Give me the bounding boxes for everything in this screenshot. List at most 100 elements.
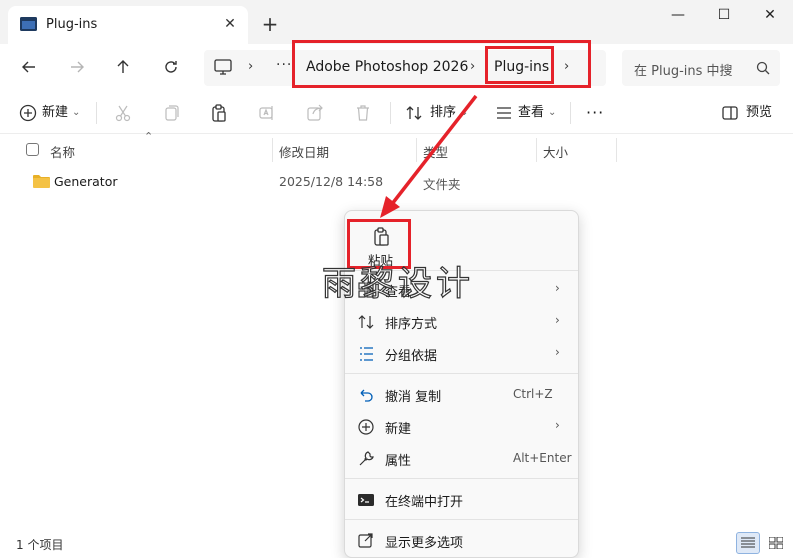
chevron-down-icon: ⌄ — [460, 107, 469, 118]
menu-item-label: 分组依据 — [385, 349, 438, 364]
column-type[interactable]: 类型 — [423, 142, 448, 161]
column-name[interactable]: 名称 — [50, 142, 75, 161]
forward-button[interactable] — [62, 52, 92, 82]
search-placeholder: 在 Plug-ins 中搜 — [634, 64, 733, 79]
chevron-right-icon: › — [248, 59, 254, 74]
title-bar: Plug-ins ✕ + — ☐ ✕ — [0, 0, 793, 44]
menu-item-shortcut: Alt+Enter — [513, 451, 572, 465]
list-icon — [741, 537, 755, 548]
status-item-count: 1 个项目 — [16, 538, 64, 552]
chevron-right-icon: › — [555, 418, 560, 432]
menu-item-undo-copy[interactable]: 撤消 复制 Ctrl+Z — [345, 380, 578, 410]
chevron-right-icon: › — [555, 281, 560, 295]
menu-item-properties[interactable]: 属性 Alt+Enter — [345, 444, 578, 474]
menu-item-label: 查看 — [385, 285, 412, 300]
plug-ins-highlight-box — [485, 46, 554, 84]
command-bar: 新建 ⌄ 排序 ⌄ 查看 ⌄ ··· 预览 — [0, 92, 793, 134]
address-more-button[interactable]: ··· — [276, 57, 292, 73]
menu-item-label: 排序方式 — [385, 317, 438, 332]
menu-item-label: 在终端中打开 — [385, 495, 464, 510]
undo-icon — [360, 389, 373, 402]
divider — [345, 519, 578, 520]
file-name: Generator — [54, 174, 118, 189]
details-view-button[interactable] — [736, 532, 760, 554]
search-icon — [756, 61, 770, 75]
select-all-checkbox[interactable] — [26, 143, 39, 156]
share-icon[interactable] — [305, 103, 325, 123]
divider — [345, 270, 578, 271]
sort-button[interactable]: 排序 — [430, 100, 456, 126]
new-icon — [358, 419, 374, 435]
tab-title: Plug-ins — [46, 17, 98, 32]
preview-button[interactable]: 预览 — [746, 100, 772, 126]
column-size[interactable]: 大小 — [543, 142, 568, 161]
cut-icon[interactable] — [113, 103, 133, 123]
folder-icon — [20, 17, 37, 31]
tiles-view-button[interactable] — [764, 532, 788, 554]
menu-item-label: 属性 — [385, 454, 412, 469]
new-tab-button[interactable]: + — [260, 14, 280, 34]
view-icon[interactable] — [494, 103, 514, 123]
grid-icon — [769, 537, 783, 549]
menu-item-group-by[interactable]: 分组依据 › — [345, 339, 578, 369]
column-modified[interactable]: 修改日期 — [279, 142, 329, 161]
sort-icon[interactable] — [404, 103, 424, 123]
back-button[interactable] — [14, 52, 44, 82]
divider — [390, 102, 391, 124]
chevron-right-icon: › — [555, 345, 560, 359]
divider[interactable] — [272, 138, 273, 162]
close-window-button[interactable]: ✕ — [747, 0, 793, 32]
menu-item-shortcut: Ctrl+Z — [513, 387, 553, 401]
up-button[interactable] — [108, 52, 138, 82]
divider[interactable] — [616, 138, 617, 162]
sort-up-icon: ⌃ — [144, 130, 154, 143]
file-modified: 2025/12/8 14:58 — [279, 174, 384, 189]
tab-close-button[interactable]: ✕ — [222, 16, 238, 32]
divider — [345, 373, 578, 374]
paste-icon[interactable] — [209, 103, 229, 123]
computer-icon — [214, 59, 232, 75]
chevron-down-icon: ⌄ — [548, 107, 557, 118]
column-header: ⌃ 名称 修改日期 类型 大小 — [0, 130, 793, 164]
paste-highlight-box — [347, 219, 411, 269]
terminal-icon — [358, 494, 374, 506]
file-row[interactable]: Generator 2025/12/8 14:58 文件夹 — [0, 170, 793, 194]
file-type: 文件夹 — [423, 177, 461, 192]
search-box[interactable]: 在 Plug-ins 中搜 — [622, 50, 780, 86]
arrow-up-icon — [117, 60, 129, 73]
rename-icon[interactable] — [257, 103, 277, 123]
copy-icon[interactable] — [161, 103, 181, 123]
more-options-button[interactable]: ··· — [586, 100, 604, 126]
menu-item-sort-by[interactable]: 排序方式 › — [345, 307, 578, 337]
view-icon — [358, 282, 374, 298]
refresh-button[interactable] — [156, 52, 186, 82]
divider — [345, 478, 578, 479]
wrench-icon — [359, 451, 374, 466]
divider — [96, 102, 97, 124]
tab-plug-ins[interactable]: Plug-ins ✕ — [8, 6, 248, 44]
menu-item-show-more-options[interactable]: 显示更多选项 — [345, 526, 578, 556]
minimize-button[interactable]: — — [655, 0, 701, 32]
folder-icon — [33, 175, 50, 188]
preview-pane-icon[interactable] — [720, 103, 740, 123]
menu-item-label: 新建 — [385, 422, 412, 437]
more-options-icon — [358, 533, 373, 548]
group-icon — [360, 347, 373, 361]
menu-item-label: 显示更多选项 — [385, 536, 464, 551]
chevron-down-icon: ⌄ — [72, 107, 81, 118]
view-button[interactable]: 查看 — [518, 100, 544, 126]
maximize-button[interactable]: ☐ — [701, 0, 747, 32]
new-button[interactable]: 新建 — [42, 100, 68, 126]
refresh-icon — [165, 61, 177, 73]
arrow-right-icon — [71, 61, 84, 73]
divider[interactable] — [416, 138, 417, 162]
menu-item-label: 撤消 复制 — [385, 390, 442, 405]
menu-item-new[interactable]: 新建 › — [345, 412, 578, 442]
delete-icon[interactable] — [353, 103, 373, 123]
menu-item-open-in-terminal[interactable]: 在终端中打开 — [345, 485, 578, 515]
new-icon[interactable] — [18, 103, 38, 123]
divider[interactable] — [536, 138, 537, 162]
menu-item-view[interactable]: 查看 › — [345, 275, 578, 305]
arrow-left-icon — [22, 61, 35, 73]
divider — [570, 102, 571, 124]
